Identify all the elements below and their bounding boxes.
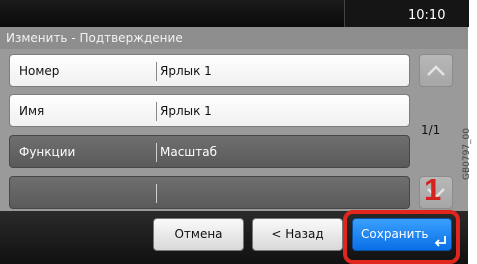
status-slot — [344, 0, 469, 27]
clock: 10:10 — [408, 8, 446, 23]
screen-title: Изменить - Подтверждение — [6, 31, 183, 45]
back-button[interactable]: < Назад — [252, 218, 343, 251]
divider — [156, 184, 157, 203]
confirmation-list: Номер Ярлык 1 Имя Ярлык 1 Функции Масшта… — [0, 49, 468, 211]
row-number[interactable]: Номер Ярлык 1 — [9, 54, 410, 87]
row-label: Функции — [19, 145, 76, 159]
row-value: Ярлык 1 — [160, 104, 212, 118]
row-empty[interactable] — [9, 176, 410, 209]
chevron-up-icon — [427, 65, 445, 76]
callout-number: 1 — [424, 172, 442, 207]
divider — [156, 143, 157, 162]
divider — [156, 102, 157, 121]
scroll-up-button[interactable] — [419, 54, 453, 87]
highlight-frame — [343, 210, 460, 264]
screen-title-bar: Изменить - Подтверждение — [0, 27, 468, 50]
row-functions[interactable]: Функции Масштаб — [9, 135, 410, 168]
status-bar: 10:10 — [0, 0, 469, 27]
row-value: Масштаб — [160, 145, 218, 159]
cancel-button[interactable]: Отмена — [153, 218, 244, 251]
page-indicator: 1/1 — [421, 123, 441, 137]
row-name[interactable]: Имя Ярлык 1 — [9, 94, 410, 127]
row-label: Номер — [19, 64, 60, 78]
row-value: Ярлык 1 — [160, 64, 212, 78]
divider — [156, 62, 157, 81]
figure-code: GB0797_00 — [462, 127, 472, 180]
row-label: Имя — [19, 104, 45, 118]
